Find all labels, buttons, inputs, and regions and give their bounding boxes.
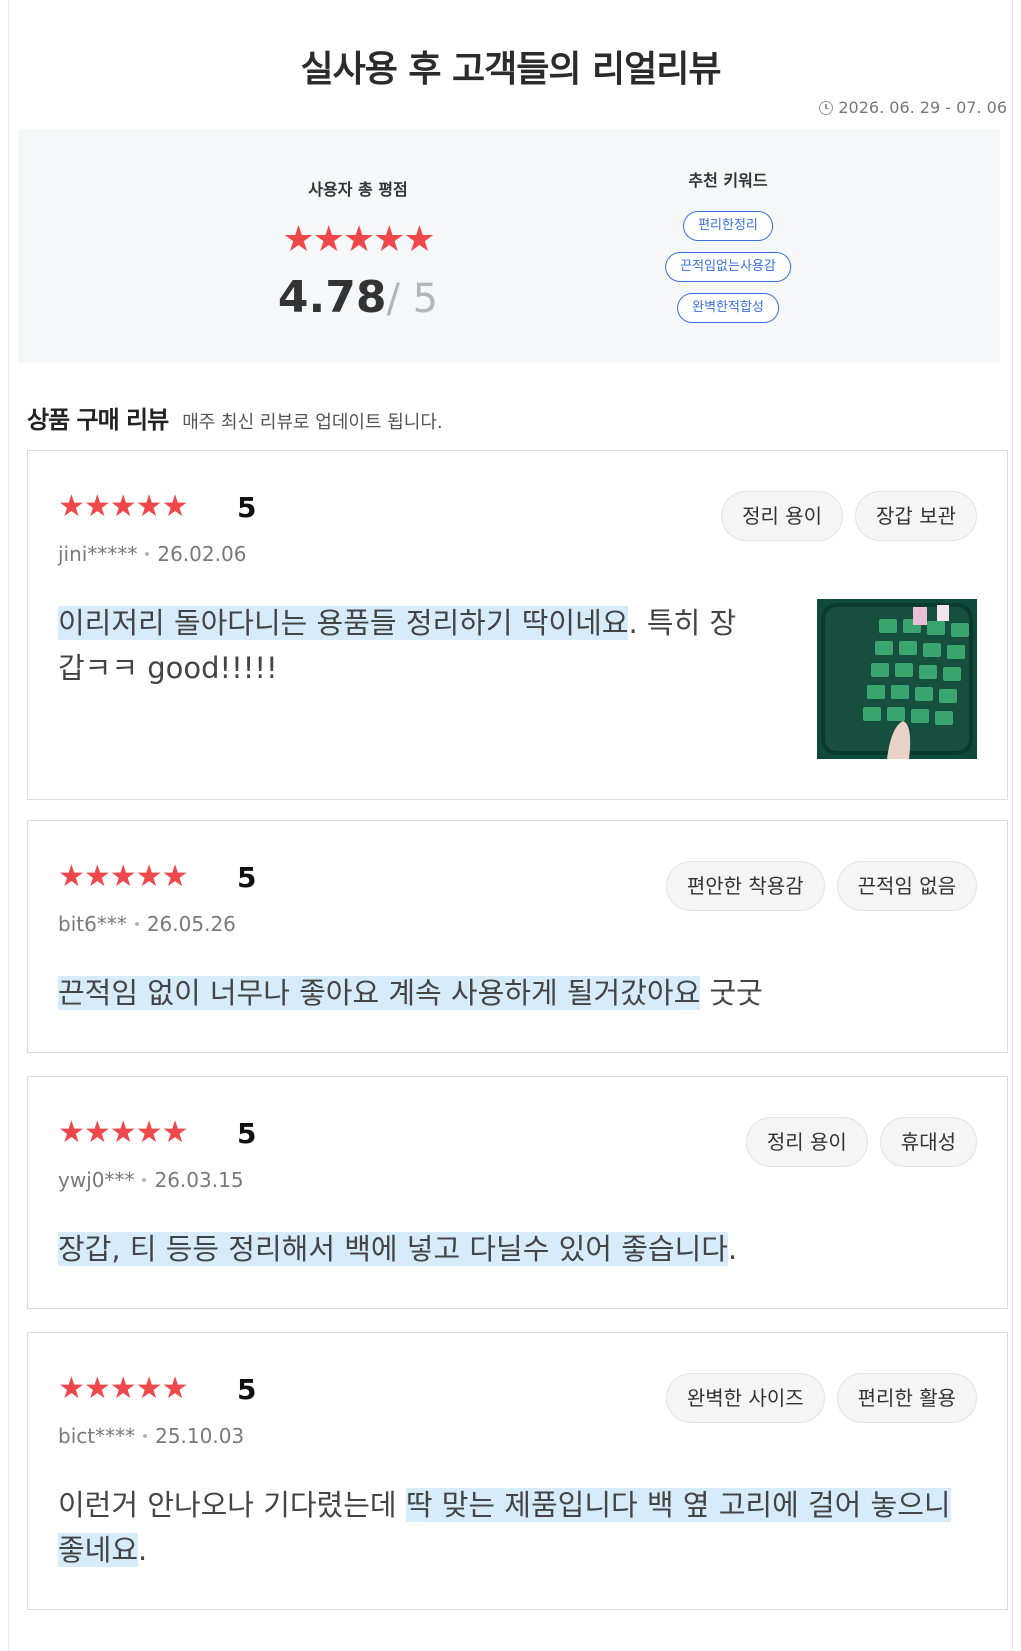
- review-photo[interactable]: [817, 599, 977, 759]
- review-text-rest: .: [138, 1533, 148, 1567]
- review-card: ★★★★★ 5 ywj0*** 26.03.15 정리 용이 휴대성 장갑, 티…: [27, 1076, 1008, 1309]
- review-text-rest: 굿굿: [700, 976, 763, 1010]
- review-score: 5: [237, 1373, 257, 1406]
- review-score: 5: [237, 491, 257, 524]
- review-date: 26.03.15: [154, 1168, 244, 1192]
- review-tag[interactable]: 정리 용이: [721, 491, 844, 541]
- review-tags: 편안한 착용감 끈적임 없음: [665, 861, 977, 911]
- review-text-line2: 갑ㅋㅋ good!!!!!: [58, 651, 278, 685]
- review-tag[interactable]: 끈적임 없음: [836, 861, 977, 911]
- review-date: 26.05.26: [146, 912, 236, 936]
- review-meta: jini***** 26.02.06: [58, 542, 246, 566]
- meta-separator: [142, 1178, 147, 1182]
- period-label: 2026. 06. 29 - 07. 06: [819, 98, 1007, 117]
- review-stars-icon: ★★★★★: [58, 489, 188, 524]
- meta-separator: [143, 1434, 148, 1438]
- review-text: 이런거 안나오나 기다렸는데 딱 맞는 제품입니다 백 옆 고리에 걸어 놓으니…: [58, 1483, 978, 1573]
- review-meta: bict**** 25.10.03: [58, 1424, 244, 1448]
- review-tags: 완벽한 사이즈 편리한 활용: [665, 1373, 977, 1423]
- review-tag[interactable]: 완벽한 사이즈: [665, 1373, 825, 1423]
- review-meta: ywj0*** 26.03.15: [58, 1168, 244, 1192]
- review-card: ★★★★★ 5 bit6*** 26.05.26 편안한 착용감 끈적임 없음 …: [27, 820, 1008, 1053]
- rating-value: 4.78/ 5: [178, 272, 538, 323]
- review-tag[interactable]: 휴대성: [879, 1117, 977, 1167]
- review-text: 이리저리 돌아다니는 용품들 정리하기 딱이네요. 특히 장 갑ㅋㅋ good!…: [58, 601, 738, 691]
- rating-label: 사용자 총 평점: [308, 180, 408, 199]
- review-score: 5: [237, 1117, 257, 1150]
- review-text-highlight: 좋네요: [58, 1533, 139, 1567]
- review-stars-icon: ★★★★★: [58, 859, 188, 894]
- keyword-tag[interactable]: 완벽한적합성: [677, 293, 779, 323]
- review-stars-icon: ★★★★★: [58, 1371, 188, 1406]
- review-tag[interactable]: 장갑 보관: [855, 491, 977, 541]
- meta-separator: [134, 922, 139, 926]
- review-tags: 정리 용이 휴대성: [745, 1117, 977, 1167]
- review-text-plain: 이런거 안나오나 기다렸는데: [58, 1488, 406, 1522]
- section-subtitle: 매주 최신 리뷰로 업데이트 됩니다.: [182, 412, 443, 433]
- review-tag[interactable]: 편안한 착용감: [665, 861, 825, 911]
- review-text-highlight: 장갑, 티 등등 정리해서 백에 넣고 다닐수 있어 좋습니다: [58, 1232, 728, 1266]
- review-tags: 정리 용이 장갑 보관: [721, 491, 977, 541]
- review-user: bict****: [58, 1424, 136, 1448]
- review-text: 장갑, 티 등등 정리해서 백에 넣고 다닐수 있어 좋습니다.: [58, 1227, 978, 1272]
- rating-number: 4.78: [277, 272, 387, 323]
- review-user: bit6***: [58, 912, 127, 936]
- review-photo-image: [817, 599, 977, 759]
- review-date: 25.10.03: [155, 1424, 245, 1448]
- review-card: ★★★★★ 5 jini***** 26.02.06 정리 용이 장갑 보관 이…: [27, 450, 1008, 800]
- section-title: 상품 구매 리뷰: [27, 406, 169, 434]
- rating-stars-icon: ★★★★★: [282, 219, 435, 260]
- review-tag[interactable]: 정리 용이: [745, 1117, 868, 1167]
- keyword-tag[interactable]: 끈적임없는사용감: [665, 252, 791, 282]
- review-score: 5: [237, 861, 257, 894]
- rating-summary: 사용자 총 평점 ★★★★★ 4.78/ 5 추천 키워드 편리한정리 끈적임없…: [18, 129, 1000, 363]
- review-text-rest: . 특히 장: [628, 606, 737, 640]
- review-card: ★★★★★ 5 bict**** 25.10.03 완벽한 사이즈 편리한 활용…: [27, 1332, 1008, 1610]
- review-user: ywj0***: [58, 1168, 135, 1192]
- review-text-rest: .: [727, 1232, 738, 1266]
- meta-separator: [145, 552, 150, 556]
- page-title: 실사용 후 고객들의 리얼리뷰: [300, 49, 721, 90]
- review-date: 26.02.06: [157, 542, 247, 566]
- review-user: jini*****: [58, 542, 138, 566]
- review-text-highlight: 끈적임 없이 너무나 좋아요 계속 사용하게 될거갔아요: [58, 976, 701, 1010]
- review-text-highlight: 딱 맞는 제품입니다 백 옆 고리에 걸어 놓으니: [405, 1488, 951, 1522]
- period-text: 2026. 06. 29 - 07. 06: [838, 98, 1007, 117]
- rating-max: / 5: [386, 276, 439, 322]
- review-text: 끈적임 없이 너무나 좋아요 계속 사용하게 될거갔아요 굿굿: [58, 971, 978, 1016]
- review-tag[interactable]: 편리한 활용: [836, 1373, 977, 1423]
- clock-icon: [819, 100, 834, 115]
- review-section-header: 상품 구매 리뷰 매주 최신 리뷰로 업데이트 됩니다.: [27, 400, 443, 435]
- keywords-label: 추천 키워드: [688, 171, 768, 190]
- review-stars-icon: ★★★★★: [58, 1115, 188, 1150]
- review-text-highlight: 이리저리 돌아다니는 용품들 정리하기 딱이네요: [58, 606, 629, 640]
- keyword-tag[interactable]: 편리한정리: [683, 211, 773, 241]
- review-meta: bit6*** 26.05.26: [58, 912, 236, 936]
